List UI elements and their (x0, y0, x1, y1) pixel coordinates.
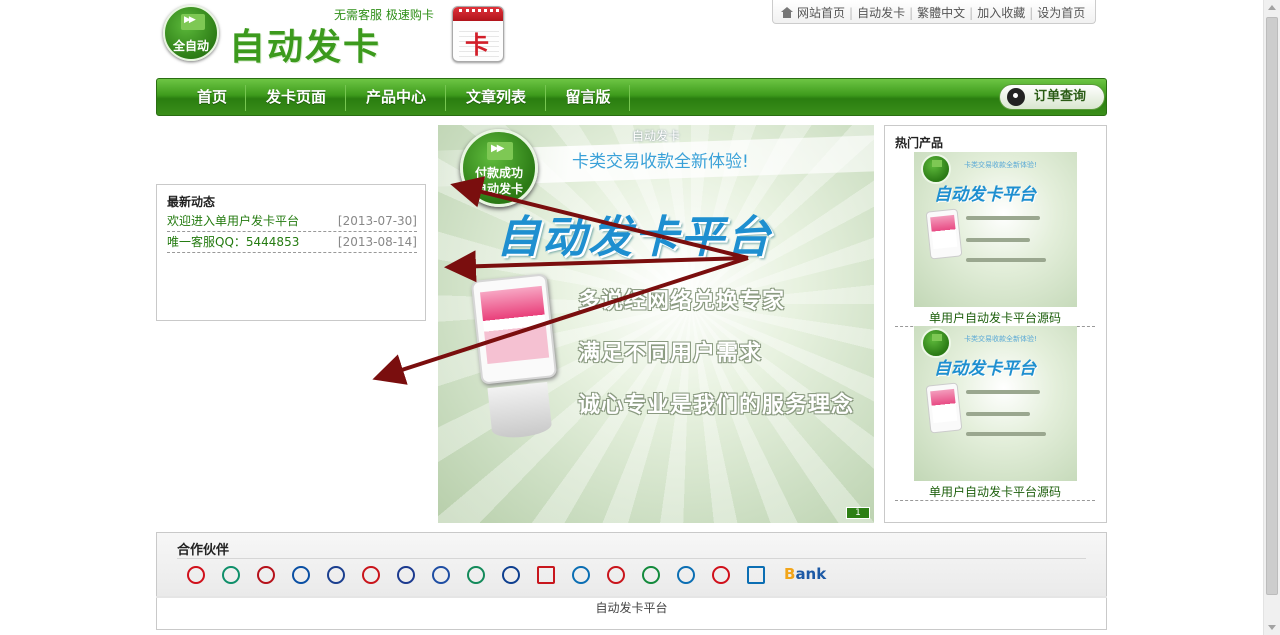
scroll-up-icon[interactable] (1268, 5, 1276, 10)
psbc-logo-icon[interactable] (642, 566, 660, 584)
spdb-logo-icon[interactable] (397, 566, 415, 584)
product-name-link[interactable]: 单用户自动发卡平台源码 (895, 309, 1095, 327)
site-header: 全自动 自动发卡 无需客服 极速购卡 卡 网站首页|自动发卡|繁體中文|加入收藏… (156, 0, 1107, 76)
banner-badge: 付款成功 自动发卡 (460, 129, 538, 207)
logo-slogan: 无需客服 极速购卡 (334, 8, 434, 22)
main-nav: 首页 发卡页面 产品中心 文章列表 留言版 订单查询 (156, 78, 1107, 116)
home-icon (781, 7, 793, 18)
nav-item-card-page[interactable]: 发卡页面 (247, 79, 345, 115)
search-order-icon (1007, 88, 1025, 106)
hot-products-panel: 热门产品 卡类交易收款全新体验! 自动发卡平台 单用户自动发卡平台源码 卡类交易… (884, 125, 1107, 523)
news-panel: 最新动态 欢迎进入单用户发卡平台 [2013-07-30] 唯一客服QQ：544… (156, 184, 426, 321)
scroll-down-icon[interactable] (1268, 625, 1276, 630)
monitor-image (470, 273, 558, 385)
boc-logo-icon[interactable] (257, 566, 275, 584)
top-link-auto-card[interactable]: 自动发卡 (857, 6, 905, 20)
news-item-date: [2013-08-14] (337, 235, 417, 249)
banner-feature: 诚心专业是我们的服务理念 (578, 393, 855, 418)
news-title: 最新动态 (167, 195, 216, 209)
cib-logo-icon[interactable] (432, 566, 450, 584)
top-link-add-favorite[interactable]: 加入收藏 (977, 6, 1025, 20)
partners-title: 合作伙伴 (177, 539, 1086, 559)
play-icon (181, 14, 205, 30)
play-icon (487, 142, 513, 160)
product-image-tagline: 卡类交易收款全新体验! (964, 335, 1037, 343)
promo-banner[interactable]: 自动发卡 卡类交易收款全新体验! 付款成功 自动发卡 自动发卡平台 多说经网络兑… (438, 125, 874, 523)
hot-products-title: 热门产品 (895, 136, 944, 150)
nav-item-articles[interactable]: 文章列表 (447, 79, 545, 115)
china-telecom-logo-icon[interactable] (747, 566, 765, 584)
product-image-headline: 自动发卡平台 (934, 185, 1036, 205)
banner-feature: 满足不同用户需求 (578, 341, 763, 366)
top-links-bar: 网站首页 | 自动发卡 | 繁體中文 | 加入收藏 | 设为首页 (772, 0, 1097, 24)
banner-badge-line2: 自动发卡 (474, 182, 523, 196)
icbc-logo-icon[interactable] (187, 566, 205, 584)
cmbc-logo-icon[interactable] (572, 566, 590, 584)
monitor-stand-image (487, 382, 553, 440)
product-card[interactable]: 卡类交易收款全新体验! 自动发卡平台 单用户自动发卡平台源码 (895, 152, 1095, 327)
product-image-tagline: 卡类交易收款全新体验! (964, 161, 1037, 169)
logo-badge[interactable]: 全自动 (163, 5, 219, 61)
china-mobile-logo-icon[interactable] (677, 566, 695, 584)
order-query-button[interactable]: 订单查询 (999, 84, 1105, 110)
news-item-link[interactable]: 欢迎进入单用户发卡平台 (167, 214, 299, 228)
nav-item-guestbook[interactable]: 留言版 (547, 79, 629, 115)
partners-section: 合作伙伴 Bank (156, 532, 1107, 597)
footer-text: 自动发卡平台 (595, 601, 668, 615)
comm-bank-logo-icon[interactable] (327, 566, 345, 584)
list-item[interactable]: 唯一客服QQ：5444853 [2013-08-14] (167, 232, 417, 253)
vertical-scrollbar[interactable] (1263, 0, 1280, 635)
banner-headline: 自动发卡平台 (496, 212, 772, 263)
ceb-logo-icon[interactable] (502, 566, 520, 584)
top-link-home[interactable]: 网站首页 (797, 6, 845, 20)
gdb-logo-icon[interactable] (607, 566, 625, 584)
ccb-logo-icon[interactable] (292, 566, 310, 584)
banner-badge-line1: 付款成功 (474, 166, 523, 180)
footer: 自动发卡平台 (156, 598, 1107, 630)
top-link-set-homepage[interactable]: 设为首页 (1037, 6, 1085, 20)
product-image[interactable]: 卡类交易收款全新体验! 自动发卡平台 (914, 326, 1077, 481)
page-container: 全自动 自动发卡 无需客服 极速购卡 卡 网站首页|自动发卡|繁體中文|加入收藏… (156, 0, 1107, 630)
banner-tagline: 卡类交易收款全新体验! (572, 152, 749, 172)
product-image-headline: 自动发卡平台 (934, 359, 1036, 379)
top-link-traditional-chinese[interactable]: 繁體中文 (917, 6, 965, 20)
abc-logo-icon[interactable] (222, 566, 240, 584)
citic-logo-icon[interactable] (537, 566, 555, 584)
scrollbar-thumb[interactable] (1266, 17, 1278, 595)
logo-badge-text: 全自动 (172, 39, 209, 53)
banner-feature: 多说经网络兑换专家 (578, 289, 786, 314)
order-query-label: 订单查询 (1034, 89, 1087, 104)
banner-pager-button[interactable]: 1 (846, 507, 870, 519)
list-item[interactable]: 欢迎进入单用户发卡平台 [2013-07-30] (167, 211, 417, 232)
product-card[interactable]: 卡类交易收款全新体验! 自动发卡平台 单用户自动发卡平台源码 (895, 326, 1095, 501)
nav-item-products[interactable]: 产品中心 (347, 79, 445, 115)
cmb-logo-icon[interactable] (362, 566, 380, 584)
china-unicom-logo-icon[interactable] (712, 566, 730, 584)
logo-title[interactable]: 自动发卡 (229, 18, 381, 70)
calendar-icon: 卡 (452, 6, 504, 62)
product-name-link[interactable]: 单用户自动发卡平台源码 (895, 483, 1095, 501)
news-item-date: [2013-07-30] (337, 214, 417, 228)
product-image[interactable]: 卡类交易收款全新体验! 自动发卡平台 (914, 152, 1077, 307)
nav-item-home[interactable]: 首页 (179, 79, 245, 115)
sdb-logo-icon[interactable] (467, 566, 485, 584)
news-item-link[interactable]: 唯一客服QQ：5444853 (167, 235, 299, 249)
bank-logo-text[interactable]: Bank (784, 565, 826, 583)
